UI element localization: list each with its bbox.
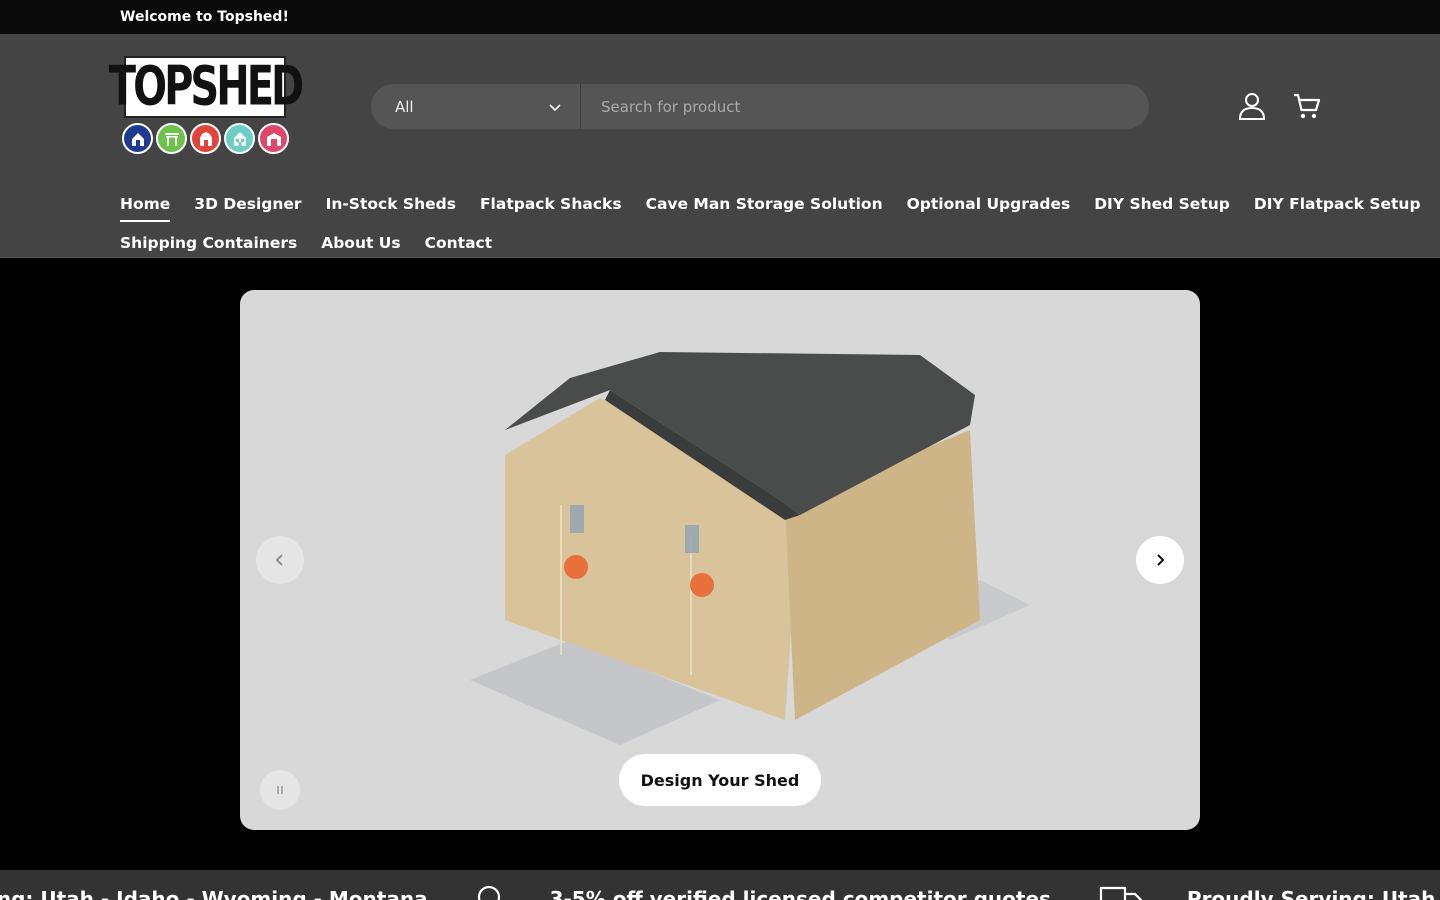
logo-text: TOPSHED [108, 55, 304, 119]
logo-circles [122, 123, 289, 154]
user-icon [1238, 93, 1266, 120]
nav-item-diy-shed-setup[interactable]: DIY Shed Setup [1094, 195, 1230, 213]
nav-row-2: Shipping Containers About Us Contact [120, 223, 1340, 262]
search-input[interactable] [581, 84, 1149, 129]
announcement-text: Welcome to Topshed! [120, 9, 289, 25]
logo-pergola-icon [156, 123, 187, 154]
nav-item-contact[interactable]: Contact [425, 234, 493, 252]
marquee-text-price-match: 3-5% off verified licensed competitor qu… [549, 887, 1051, 900]
nav-row-1: Home 3D Designer In-Stock Sheds Flatpack… [120, 184, 1421, 223]
pause-icon [277, 786, 283, 794]
category-select[interactable]: All [371, 84, 581, 129]
slide-prev-button[interactable] [256, 536, 304, 584]
slide-next-button[interactable] [1136, 536, 1184, 584]
shed-render-image [470, 352, 1030, 745]
hero-slideshow: Design Your Shed [240, 290, 1200, 830]
chevron-left-icon [275, 554, 283, 566]
cart-button[interactable] [1291, 90, 1323, 122]
announcement-marquee: ing: Utah - Idaho - Wyoming - Montana 3-… [0, 870, 1440, 900]
search-bar: All [371, 84, 1149, 129]
marquee-text-service-area: ing: Utah - Idaho - Wyoming - Montana [0, 887, 428, 900]
nav-item-cave-man-storage[interactable]: Cave Man Storage Solution [646, 195, 883, 213]
nav-item-flatpack-shacks[interactable]: Flatpack Shacks [480, 195, 622, 213]
marquee-item: Proudly Serving: Utah - Idaho - Wyoming [1099, 884, 1440, 900]
nav-item-diy-flatpack-setup[interactable]: DIY Flatpack Setup [1254, 195, 1421, 213]
logo-wordmark: TOPSHED [109, 56, 304, 118]
logo-shed-icon [258, 123, 289, 154]
logo-house-icon [122, 123, 153, 154]
nav-item-shipping-containers[interactable]: Shipping Containers [120, 234, 297, 252]
marquee-track: ing: Utah - Idaho - Wyoming - Montana 3-… [0, 884, 1440, 900]
topshed-logo[interactable]: TOPSHED [109, 56, 304, 160]
chevron-right-icon [1157, 554, 1165, 566]
site-header: TOPSHED All Search for product Home 3D D… [0, 34, 1440, 258]
marquee-text-proudly-serving: Proudly Serving: Utah - Idaho - Wyoming [1186, 887, 1440, 900]
marquee-item: 3-5% off verified licensed competitor qu… [476, 884, 1051, 900]
slideshow-pause-button[interactable] [260, 770, 300, 810]
announcement-bar: Welcome to Topshed! [0, 0, 1440, 34]
marquee-item: ing: Utah - Idaho - Wyoming - Montana [0, 887, 428, 900]
account-button[interactable] [1236, 90, 1268, 122]
delivery-truck-icon [1099, 886, 1143, 900]
nav-item-optional-upgrades[interactable]: Optional Upgrades [907, 195, 1071, 213]
main-nav: Home 3D Designer In-Stock Sheds Flatpack… [120, 184, 1421, 262]
category-select-value: All [395, 97, 414, 116]
nav-item-home[interactable]: Home [120, 195, 171, 222]
chevron-down-icon [549, 103, 561, 111]
logo-cabin-icon [224, 123, 255, 154]
design-your-shed-button[interactable]: Design Your Shed [619, 754, 821, 806]
search-icon [477, 885, 500, 900]
logo-barn-icon [190, 123, 221, 154]
nav-item-in-stock-sheds[interactable]: In-Stock Sheds [326, 195, 456, 213]
cart-icon [1294, 93, 1321, 119]
nav-item-about-us[interactable]: About Us [321, 234, 400, 252]
nav-item-3d-designer[interactable]: 3D Designer [194, 195, 301, 213]
